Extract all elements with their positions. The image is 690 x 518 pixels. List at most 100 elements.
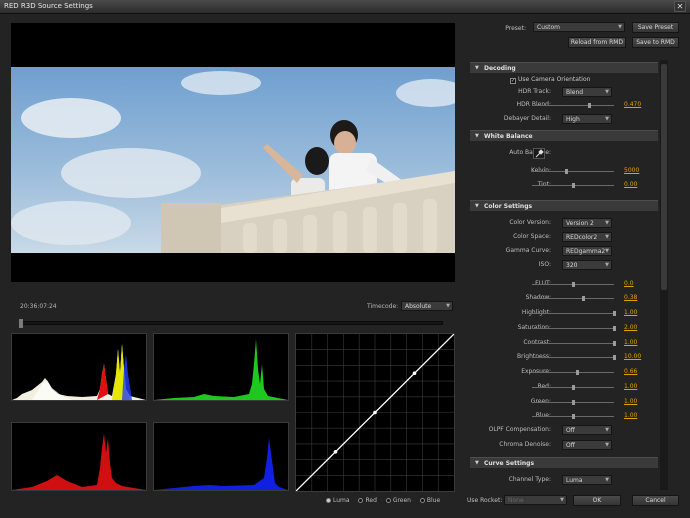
red-slider[interactable] <box>532 385 614 390</box>
saturation-slider[interactable] <box>532 326 616 331</box>
row-tint: Tint: 0.00 <box>470 180 658 190</box>
iso-dropdown[interactable]: 320 ▼ <box>562 260 612 270</box>
save-to-rmd-button[interactable]: Save to RMD <box>632 37 679 48</box>
eyedropper-button[interactable] <box>533 148 545 159</box>
current-timecode: 20:36:07:24 <box>20 303 57 310</box>
hdr-track-dropdown[interactable]: Blend ▼ <box>562 87 612 97</box>
highlight-slider[interactable] <box>532 311 616 316</box>
radio-blue[interactable]: Blue <box>419 497 440 504</box>
row-exposure: Exposure: 0.66 <box>470 367 658 377</box>
histogram-blue <box>153 422 289 491</box>
contrast-value[interactable]: 1.00 <box>624 339 637 346</box>
settings-scrollbar[interactable] <box>660 60 668 490</box>
preview-image <box>11 23 455 282</box>
row-hdr-track: HDR Track: Blend ▼ <box>470 87 658 97</box>
slider-knob[interactable] <box>565 169 569 174</box>
red-value[interactable]: 1.00 <box>624 383 637 390</box>
chevron-down-icon: ▼ <box>560 497 564 503</box>
section-color-settings[interactable]: ▼ Color Settings <box>470 200 658 211</box>
timecode-mode-dropdown[interactable]: Absolute ▼ <box>401 301 453 311</box>
curve-graph[interactable] <box>296 334 454 491</box>
title-bar: RED R3D Source Settings ✕ <box>0 0 690 14</box>
section-white-balance[interactable]: ▼ White Balance <box>470 130 658 141</box>
collapse-triangle-icon: ▼ <box>475 133 479 139</box>
tint-slider[interactable] <box>532 183 614 188</box>
ok-button[interactable]: OK <box>573 495 621 506</box>
histogram-red <box>11 422 147 491</box>
flut-value[interactable]: 0.0 <box>624 280 634 287</box>
blue-slider[interactable] <box>532 414 614 419</box>
row-brightness: Brightness: 10.00 <box>470 352 658 362</box>
collapse-triangle-icon: ▼ <box>475 203 479 209</box>
olpf-compensation-dropdown[interactable]: Off ▼ <box>562 425 612 435</box>
row-hdr-blend: HDR Blend: 0.470 <box>516 101 642 108</box>
green-slider[interactable] <box>532 400 614 405</box>
scrollbar-thumb[interactable] <box>661 64 667 290</box>
section-curve-settings[interactable]: ▼ Curve Settings <box>470 457 658 468</box>
section-decoding[interactable]: ▼ Decoding <box>470 62 658 73</box>
chevron-down-icon: ▼ <box>618 24 622 30</box>
channel-type-dropdown[interactable]: Luma ▼ <box>562 475 612 485</box>
color-space-dropdown[interactable]: REDcolor2 ▼ <box>562 232 612 242</box>
save-preset-button[interactable]: Save Preset <box>632 22 679 33</box>
reload-from-rmd-button[interactable]: Reload from RMD <box>568 37 626 48</box>
scrubber-handle[interactable] <box>19 319 23 328</box>
contrast-slider[interactable] <box>532 341 616 346</box>
debayer-detail-dropdown[interactable]: High ▼ <box>562 114 612 124</box>
slider-knob[interactable] <box>581 296 585 301</box>
radio-luma[interactable]: Luma <box>326 497 350 504</box>
preset-dropdown[interactable]: Custom ▼ <box>533 22 625 32</box>
tint-value[interactable]: 0.00 <box>624 181 637 188</box>
timeline-scrubber[interactable] <box>19 319 443 328</box>
slider-knob[interactable] <box>572 385 575 390</box>
slider-knob[interactable] <box>588 103 592 108</box>
slider-knob[interactable] <box>613 355 616 360</box>
slider-knob[interactable] <box>572 282 575 287</box>
highlight-value[interactable]: 1.00 <box>624 309 637 316</box>
row-gamma-curve: Gamma Curve: REDgamma2 ▼ <box>470 246 658 256</box>
radio-red[interactable]: Red <box>358 497 377 504</box>
use-camera-orientation-checkbox[interactable]: ✓ Use Camera Orientation <box>510 76 590 84</box>
flut-slider[interactable] <box>532 282 614 287</box>
shadow-slider[interactable] <box>532 296 614 301</box>
kelvin-value[interactable]: 5000 <box>624 167 639 174</box>
curve-point-shadow[interactable] <box>333 450 338 454</box>
curve-point-mid[interactable] <box>373 410 377 415</box>
timecode-mode-label: Timecode: <box>367 303 399 310</box>
chevron-down-icon: ▼ <box>605 442 609 448</box>
chroma-denoise-dropdown[interactable]: Off ▼ <box>562 440 612 450</box>
close-button[interactable]: ✕ <box>674 1 686 12</box>
row-channel-type: Channel Type: Luma ▼ <box>470 475 658 485</box>
gamma-curve-dropdown[interactable]: REDgamma2 ▼ <box>562 246 612 256</box>
slider-knob[interactable] <box>572 183 575 188</box>
color-version-dropdown[interactable]: Version 2 ▼ <box>562 218 612 228</box>
exposure-value[interactable]: 0.66 <box>624 368 637 375</box>
chevron-down-icon: ▼ <box>605 89 609 95</box>
chevron-down-icon: ▼ <box>605 477 609 483</box>
histogram-luma <box>11 333 147 401</box>
cancel-button[interactable]: Cancel <box>632 495 679 506</box>
slider-knob[interactable] <box>613 341 616 346</box>
slider-knob[interactable] <box>576 370 580 375</box>
saturation-value[interactable]: 2.00 <box>624 324 637 331</box>
slider-knob[interactable] <box>613 311 616 316</box>
blue-value[interactable]: 1.00 <box>624 412 637 419</box>
row-debayer: Debayer Detail: High ▼ <box>470 114 658 124</box>
row-red: Red: 1.00 <box>470 382 658 392</box>
brightness-slider[interactable] <box>532 355 616 360</box>
exposure-slider[interactable] <box>532 370 614 375</box>
radio-green[interactable]: Green <box>385 497 411 504</box>
slider-knob[interactable] <box>572 414 575 419</box>
slider-knob[interactable] <box>572 400 575 405</box>
curve-point-highlight[interactable] <box>412 371 417 375</box>
kelvin-slider[interactable] <box>532 169 614 174</box>
brightness-value[interactable]: 10.00 <box>624 353 641 360</box>
hdr-blend-value[interactable]: 0.470 <box>624 101 641 108</box>
green-value[interactable]: 1.00 <box>624 398 637 405</box>
chevron-down-icon: ▼ <box>605 116 609 122</box>
slider-knob[interactable] <box>613 326 616 331</box>
shadow-value[interactable]: 0.38 <box>624 294 637 301</box>
curve-editor[interactable] <box>295 333 455 492</box>
hdr-blend-slider[interactable] <box>532 103 614 108</box>
use-rocket-dropdown[interactable]: None ▼ <box>504 495 567 505</box>
